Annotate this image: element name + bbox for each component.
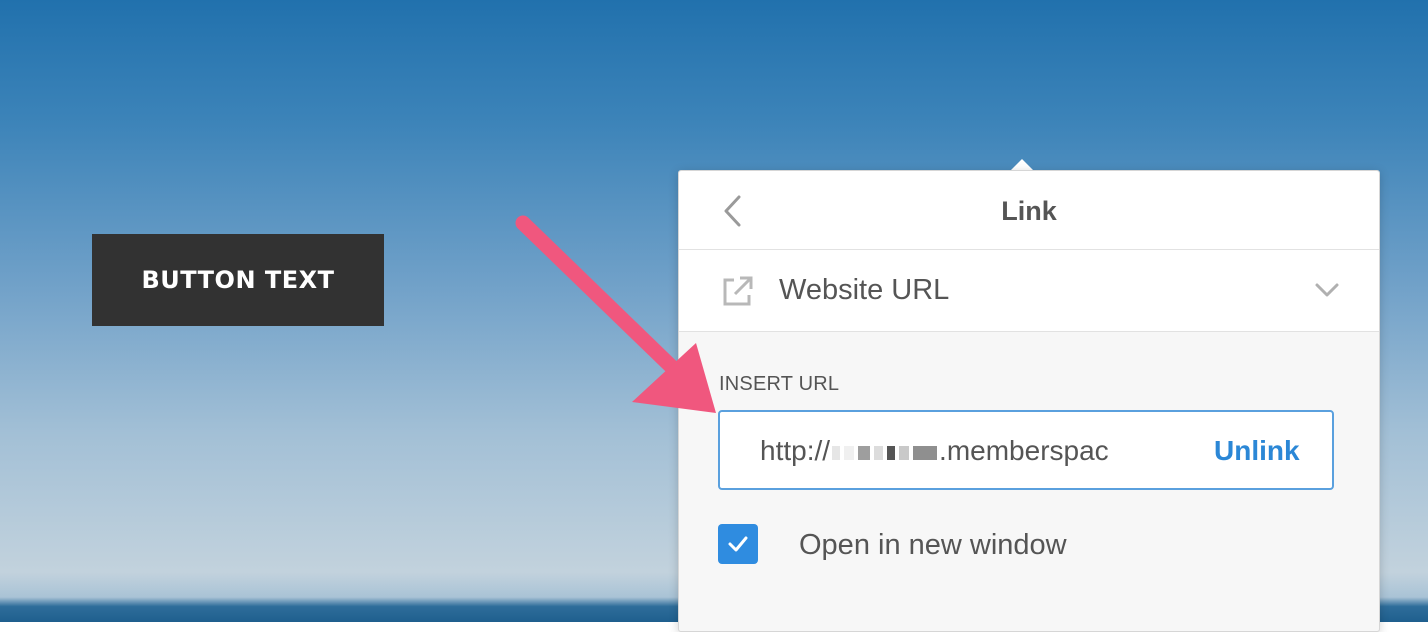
open-new-window-label: Open in new window bbox=[799, 529, 1067, 561]
link-panel: Link Website URL INSERT URL http:// .memb… bbox=[678, 170, 1380, 632]
checkmark-icon bbox=[728, 536, 748, 552]
panel-title: Link bbox=[1001, 196, 1057, 226]
url-redacted bbox=[830, 435, 939, 466]
link-type-label: Website URL bbox=[779, 274, 950, 306]
url-prefix: http:// bbox=[760, 435, 831, 466]
canvas-button[interactable]: BUTTON TEXT bbox=[92, 234, 384, 326]
url-value[interactable]: http:// .memberspac bbox=[760, 412, 1144, 488]
open-new-window-checkbox[interactable] bbox=[718, 524, 758, 564]
url-input[interactable]: http:// .memberspac Unlink bbox=[718, 410, 1334, 490]
url-suffix: .memberspac bbox=[939, 435, 1109, 466]
link-type-select[interactable]: Website URL bbox=[679, 250, 1379, 332]
back-button[interactable] bbox=[715, 193, 751, 229]
insert-url-label: INSERT URL bbox=[719, 373, 840, 395]
chevron-down-icon bbox=[1315, 283, 1339, 297]
chevron-left-icon bbox=[724, 195, 741, 227]
canvas-button-label: BUTTON TEXT bbox=[141, 266, 335, 294]
panel-header: Link bbox=[679, 171, 1379, 250]
unlink-button[interactable]: Unlink bbox=[1214, 412, 1300, 488]
external-link-icon bbox=[723, 276, 753, 306]
